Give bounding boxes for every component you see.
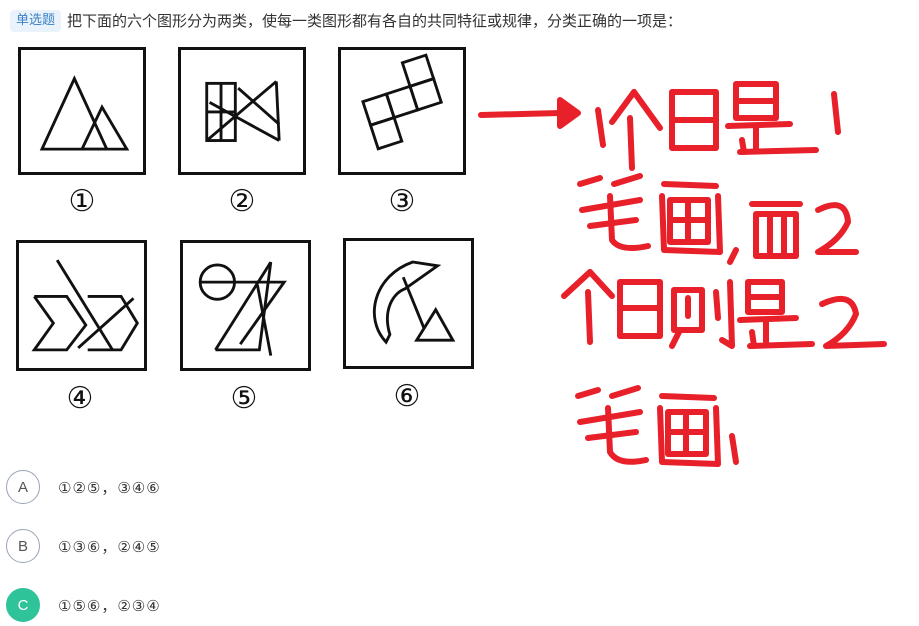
arrow-annotation <box>478 97 581 129</box>
option-a-radio[interactable]: A <box>6 470 40 504</box>
option-a[interactable]: A ①②⑤，③④⑥ <box>6 470 161 504</box>
option-c-radio[interactable]: C <box>6 588 40 622</box>
annotation-line-2 <box>577 173 859 265</box>
annotation-line-4 <box>575 385 739 467</box>
option-b-text: ①③⑥，②④⑤ <box>58 537 161 556</box>
annotation-line-1 <box>595 81 841 171</box>
option-b[interactable]: B ①③⑥，②④⑤ <box>6 529 161 563</box>
option-a-text: ①②⑤，③④⑥ <box>58 478 161 497</box>
option-c[interactable]: C ①⑤⑥，②③④ <box>6 588 161 622</box>
annotation-line-3 <box>561 269 887 349</box>
option-b-radio[interactable]: B <box>6 529 40 563</box>
option-c-text: ①⑤⑥，②③④ <box>58 596 161 615</box>
